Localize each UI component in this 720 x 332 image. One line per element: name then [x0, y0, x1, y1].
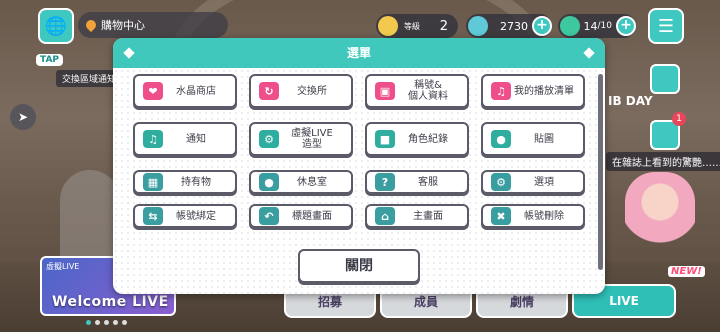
- help-icon: ?: [375, 173, 395, 191]
- nav-members-label: 成員: [413, 294, 438, 309]
- share-button[interactable]: ➤: [10, 104, 36, 130]
- pagination-dot[interactable]: [104, 320, 109, 325]
- menu-item-lounge[interactable]: ● 休息室: [249, 170, 353, 194]
- delete-account-icon: ✖: [491, 207, 511, 225]
- close-button[interactable]: 關閉: [298, 249, 420, 283]
- stamina-value: 14: [583, 19, 598, 33]
- crystal-count: 2730: [500, 19, 528, 33]
- menu-item-help[interactable]: ? 客服: [365, 170, 469, 194]
- gift-button[interactable]: [650, 64, 680, 94]
- menu-item-exchange[interactable]: ↻ 交換所: [249, 74, 353, 108]
- bell-icon: ♫: [143, 130, 163, 148]
- menu-item-label: 角色紀錄: [408, 133, 448, 145]
- menu-item-bell[interactable]: ♫ 通知: [133, 122, 237, 156]
- send-icon: ➤: [17, 110, 29, 124]
- menu-item-label: 選項: [534, 176, 554, 188]
- menu-item-costume[interactable]: ⚙ 虛擬LIVE 造型: [249, 122, 353, 156]
- diamond-ornament-icon: [583, 47, 595, 59]
- menu-item-character-record[interactable]: ■ 角色紀錄: [365, 122, 469, 156]
- diamond-ornament-icon: [123, 47, 135, 59]
- menu-dialog-header: 選單: [113, 38, 605, 68]
- menu-item-label: 我的播放清單: [514, 85, 574, 97]
- link-account-icon: ⇆: [143, 207, 163, 225]
- exchange-icon: ↻: [259, 82, 279, 100]
- menu-item-crystal[interactable]: ❤ 水晶商店: [133, 74, 237, 108]
- main-menu-button[interactable]: ☰: [648, 8, 684, 44]
- sticker-icon: ●: [491, 130, 511, 148]
- rank-label: 等級: [404, 21, 420, 31]
- menu-item-link-account[interactable]: ⇆ 帳號綁定: [133, 204, 237, 228]
- nav-live-label: LIVE: [609, 294, 639, 308]
- location-name: 購物中心: [101, 19, 145, 32]
- nav-story-label: 劇情: [509, 294, 534, 309]
- menu-item-label: 主畫面: [413, 210, 443, 222]
- menu-dialog: 選單 ❤ 水晶商店 ↻ 交換所 ▣ 稱號& 個人資料 ♫ 我的播放清單 ♫ 通知 ⚙ 虛擬LIVE 造…: [113, 38, 605, 294]
- menu-item-label: 休息室: [297, 176, 327, 188]
- menu-item-profile-card[interactable]: ▣ 稱號& 個人資料: [365, 74, 469, 108]
- banner-pagination: [86, 320, 127, 325]
- pagination-dot[interactable]: [122, 320, 127, 325]
- rank-display: 等級 2: [376, 14, 458, 38]
- event-day-label: IB DAY: [608, 94, 653, 108]
- menu-dialog-title: 選單: [346, 46, 371, 60]
- pagination-dot[interactable]: [113, 320, 118, 325]
- banner-tag: 虛擬LIVE: [46, 262, 80, 271]
- menu-item-label: 水晶商店: [176, 85, 216, 97]
- profile-card-icon: ▣: [375, 82, 395, 100]
- tap-hint: TAP: [36, 54, 64, 66]
- stamina-max: /10: [597, 21, 612, 31]
- menu-item-delete-account[interactable]: ✖ 帳號刪除: [481, 204, 585, 228]
- menu-item-items[interactable]: ▦ 持有物: [133, 170, 237, 194]
- news-ticker[interactable]: 在雜誌上看到的驚艷……: [606, 152, 720, 171]
- menu-item-label: 虛擬LIVE 造型: [291, 128, 333, 150]
- stamina-icon: [560, 16, 580, 36]
- pagination-dot[interactable]: [95, 320, 100, 325]
- character-record-icon: ■: [375, 130, 395, 148]
- home-icon: ⌂: [375, 207, 395, 225]
- menu-item-label: 帳號綁定: [176, 210, 216, 222]
- stamina-display: 14 /10 +: [558, 14, 636, 38]
- crystal-icon: ❤: [143, 82, 163, 100]
- banner-title: Welcome LIVE: [52, 294, 169, 310]
- playlist-icon: ♫: [491, 82, 511, 100]
- menu-item-label: 帳號刪除: [524, 210, 564, 222]
- crystal-display: 2730 +: [466, 14, 552, 38]
- menu-item-label: 通知: [186, 133, 206, 145]
- location-pin-icon: [83, 17, 99, 33]
- menu-scrollbar[interactable]: [598, 74, 603, 270]
- items-icon: ▦: [143, 173, 163, 191]
- menu-item-label: 持有物: [181, 176, 211, 188]
- nav-gacha-label: 招募: [317, 294, 342, 309]
- menu-item-home[interactable]: ⌂ 主畫面: [365, 204, 469, 228]
- new-badge: NEW!: [668, 266, 705, 277]
- menu-item-label: 交換所: [297, 85, 327, 97]
- menu-item-back-arrow[interactable]: ↶ 標題畫面: [249, 204, 353, 228]
- globe-icon: 🌐: [44, 15, 68, 37]
- menu-item-sticker[interactable]: ● 貼圖: [481, 122, 585, 156]
- location-indicator: 購物中心: [78, 12, 228, 38]
- crystal-currency-icon: [468, 16, 488, 36]
- menu-item-label: 客服: [418, 176, 438, 188]
- back-arrow-icon: ↶: [259, 207, 279, 225]
- menu-item-playlist[interactable]: ♫ 我的播放清單: [481, 74, 585, 108]
- hamburger-icon: ☰: [657, 15, 675, 37]
- costume-icon: ⚙: [259, 130, 279, 148]
- rank-value: 2: [439, 18, 448, 34]
- chibi-character[interactable]: [625, 172, 695, 272]
- menu-dialog-body: ❤ 水晶商店 ↻ 交換所 ▣ 稱號& 個人資料 ♫ 我的播放清單 ♫ 通知 ⚙ 虛擬LIVE 造型 ■ 角…: [113, 68, 605, 294]
- gear-icon: ⚙: [491, 173, 511, 191]
- menu-item-label: 貼圖: [534, 133, 554, 145]
- news-badge: 1: [672, 112, 686, 126]
- add-crystal-button[interactable]: +: [532, 16, 552, 36]
- lounge-icon: ●: [259, 173, 279, 191]
- menu-item-label: 稱號& 個人資料: [408, 80, 448, 102]
- add-stamina-button[interactable]: +: [616, 16, 636, 36]
- music-note-icon: [378, 16, 398, 36]
- menu-item-gear[interactable]: ⚙ 選項: [481, 170, 585, 194]
- pagination-dot[interactable]: [86, 320, 91, 325]
- world-map-button[interactable]: 🌐: [38, 8, 74, 44]
- menu-item-label: 標題畫面: [292, 210, 332, 222]
